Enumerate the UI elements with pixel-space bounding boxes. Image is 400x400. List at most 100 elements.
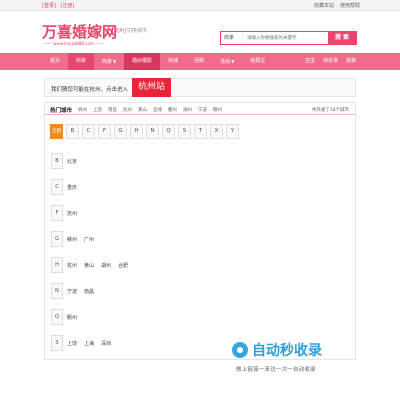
- nav-item[interactable]: 商家: [68, 53, 95, 70]
- nav-item-label: 活动: [220, 59, 231, 65]
- watermark-slogan: 做上链接一来访一次一自动收录: [236, 367, 316, 373]
- letter-filter-button[interactable]: S: [178, 124, 191, 139]
- city-group-letter: B: [51, 153, 63, 169]
- city-group-row: C 重庆: [51, 179, 351, 195]
- city-link[interactable]: 赣州: [67, 236, 77, 243]
- search-category-select[interactable]: 商家: [221, 32, 243, 44]
- nav-item-submit[interactable]: 投稿: [342, 53, 360, 70]
- hot-city-link[interactable]: 宣城: [153, 107, 162, 113]
- letter-filter-button[interactable]: Q: [162, 124, 175, 139]
- help-link[interactable]: 使用帮助: [340, 2, 360, 9]
- nav-item[interactable]: 商城: [160, 53, 186, 70]
- search-box: 商家 搜 索: [220, 31, 357, 45]
- letter-filter-button[interactable]: T: [194, 124, 207, 139]
- letter-filter-button[interactable]: B: [66, 124, 79, 139]
- letter-filter-button[interactable]: Y: [226, 124, 239, 139]
- city-group-letter: H: [51, 257, 63, 273]
- letter-filter-button[interactable]: H: [130, 124, 143, 139]
- city-group-row: Q 衢州: [51, 309, 351, 325]
- city-group-row: F 抚州: [51, 205, 351, 221]
- nav-item-baby[interactable]: 宝宝: [301, 53, 319, 70]
- city-group-names: 上饶 上海 深圳: [67, 340, 111, 347]
- city-link[interactable]: 宁波: [67, 288, 77, 295]
- hot-city-link[interactable]: 南昌: [108, 107, 117, 113]
- enter-city-button[interactable]: 杭州站: [132, 78, 172, 97]
- letter-filter-button[interactable]: C: [82, 124, 95, 139]
- hot-city-link[interactable]: 上饶: [93, 107, 102, 113]
- letter-filter-button[interactable]: N: [146, 124, 159, 139]
- letter-filter-button[interactable]: X: [210, 124, 223, 139]
- city-group-row: G 赣州 广州: [51, 231, 351, 247]
- bookmark-link[interactable]: 收藏本站: [314, 2, 334, 9]
- nav-items: 首页 商家 商家▼ 婚纱摄影 商城 团购 活动▼ 结婚宝: [42, 53, 273, 70]
- nav-item[interactable]: 团购: [186, 53, 212, 70]
- city-group-row: N 宁波 南昌: [51, 283, 351, 299]
- current-city: [杭州]: [112, 28, 126, 34]
- city-link[interactable]: 上海: [84, 340, 94, 347]
- search-button[interactable]: 搜 索: [328, 32, 356, 44]
- nav-item[interactable]: 首页: [42, 53, 68, 70]
- location-notice: 我们猜您可能在杭州，点击进入 杭州站: [44, 78, 356, 97]
- hot-city-link[interactable]: 抚州: [123, 107, 132, 113]
- watermark-brand: 自动秒收录: [252, 343, 322, 359]
- city-group-names: 衢州: [67, 314, 77, 321]
- hot-city-link[interactable]: 黄山: [138, 107, 147, 113]
- city-link[interactable]: 广州: [84, 236, 94, 243]
- hot-city-link[interactable]: 赣州: [213, 107, 222, 113]
- hot-city-link[interactable]: 宁波: [198, 107, 207, 113]
- city-group-names: 重庆: [67, 184, 77, 191]
- nav-item[interactable]: 活动▼: [212, 53, 242, 70]
- letter-filter-button[interactable]: F: [98, 124, 111, 139]
- city-group-letter: G: [51, 231, 63, 247]
- utility-links: 收藏本站 使用帮助: [314, 2, 360, 9]
- nav-item[interactable]: 婚纱摄影: [124, 53, 161, 70]
- hot-cities-bar: 热门城市 杭州 上饶 南昌 抚州 黄山 宣城 衢州 湖州 宁波 赣州 共开通了18个城市: [44, 102, 356, 115]
- city-link[interactable]: 重庆: [67, 184, 77, 191]
- city-link[interactable]: 杭州: [67, 262, 77, 269]
- site-url: —— www.hunjia888.com ——: [44, 41, 103, 46]
- hot-city-link[interactable]: 衢州: [168, 107, 177, 113]
- city-group-letter: N: [51, 283, 63, 299]
- search-input[interactable]: [243, 32, 328, 44]
- city-link[interactable]: 湖州: [101, 262, 111, 269]
- site-logo[interactable]: 万喜婚嫁网: [42, 21, 117, 42]
- city-group-row: B 北京: [51, 153, 351, 169]
- city-link[interactable]: 深圳: [101, 340, 111, 347]
- city-link[interactable]: 上饶: [67, 340, 77, 347]
- city-link[interactable]: 抚州: [67, 210, 77, 217]
- watermark-logo-icon: [232, 342, 248, 358]
- nav-item-label: 婚纱摄影: [132, 58, 153, 64]
- city-link[interactable]: 合肥: [118, 262, 128, 269]
- hot-city-link[interactable]: 杭州: [78, 107, 87, 113]
- login-link[interactable]: [登录]: [42, 3, 56, 9]
- city-link[interactable]: 衢州: [67, 314, 77, 321]
- city-group-names: 赣州 广州: [67, 236, 94, 243]
- city-group-names: 杭州 黄山 湖州 合肥: [67, 262, 128, 269]
- hot-cities-title: 热门城市: [50, 108, 73, 114]
- city-link[interactable]: 黄山: [84, 262, 94, 269]
- letter-filter-button[interactable]: G: [114, 124, 127, 139]
- city-group-names: 抚州: [67, 210, 77, 217]
- nav-item-label: 首页: [50, 58, 61, 64]
- city-link[interactable]: 南昌: [84, 288, 94, 295]
- hot-cities-list: 杭州 上饶 南昌 抚州 黄山 宣城 衢州 湖州 宁波 赣州: [78, 107, 222, 113]
- location-notice-text: 我们猜您可能在杭州，点击进入: [51, 87, 129, 93]
- nav-item[interactable]: 商家▼: [94, 53, 124, 70]
- letter-filter-all[interactable]: 全部: [50, 124, 63, 139]
- nav-item-directory[interactable]: 简名录: [319, 53, 342, 70]
- letter-filter: 全部 BCFGHNQSTXY: [50, 124, 239, 139]
- caret-down-icon: ▼: [231, 59, 235, 64]
- nav-item[interactable]: 结婚宝: [242, 53, 273, 70]
- city-group-names: 北京: [67, 158, 77, 165]
- city-link[interactable]: 北京: [67, 158, 77, 165]
- nav-item-label: 商家: [76, 58, 87, 64]
- switch-city-link[interactable]: 切换城市: [127, 27, 147, 34]
- auth-links: [登录] [注册]: [42, 2, 77, 9]
- city-group-letter: S: [51, 335, 63, 351]
- caret-down-icon: ▼: [113, 59, 117, 64]
- hot-city-link[interactable]: 湖州: [183, 107, 192, 113]
- city-index-panel: 全部 BCFGHNQSTXY B 北京 C 重庆 F 抚州 G 赣州 广州 H 杭州 黄山 湖州 合肥 N 宁…: [44, 115, 356, 360]
- nav-item-label: 结婚宝: [250, 58, 266, 64]
- register-link[interactable]: [注册]: [61, 3, 75, 9]
- city-count: 共开通了18个城市: [311, 107, 349, 113]
